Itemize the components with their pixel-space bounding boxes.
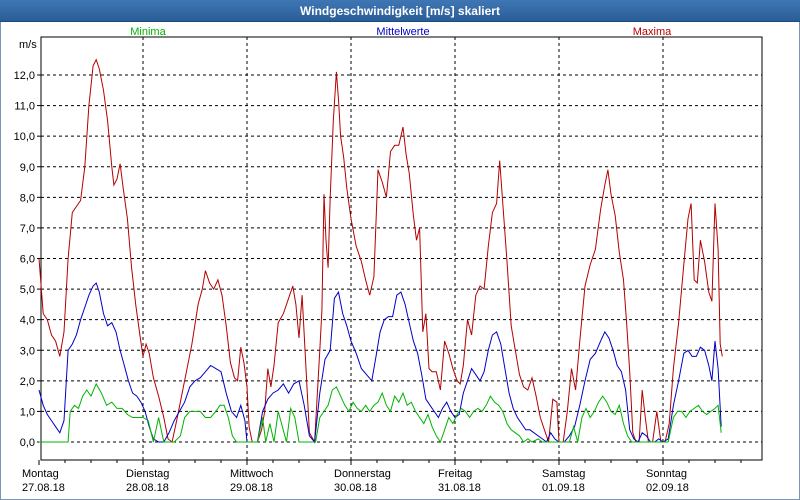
- y-tick-label: 10,0: [14, 131, 35, 143]
- chart-title: Windgeschwindigkeit [m/s] skaliert: [0, 0, 800, 22]
- x-date-label: 29.08.18: [230, 482, 273, 494]
- y-tick-label: 9,0: [20, 162, 35, 174]
- y-tick-label: 2,0: [20, 376, 35, 388]
- x-day-label: Montag: [22, 468, 59, 480]
- y-tick-label: 1,0: [20, 406, 35, 418]
- y-tick-label: 11,0: [14, 101, 35, 113]
- x-day-label: Samstag: [542, 468, 585, 480]
- y-tick-label: 8,0: [20, 192, 35, 204]
- legend-item-minima: Minima: [130, 26, 166, 38]
- x-date-label: 02.09.18: [646, 482, 689, 494]
- legend-item-maxima: Maxima: [633, 26, 672, 38]
- x-date-label: 28.08.18: [126, 482, 169, 494]
- x-date-label: 30.08.18: [334, 482, 377, 494]
- y-tick-label: 5,0: [20, 284, 35, 296]
- chart-frame: m/s 0,0 1,0 2,0 3,0 4,0 5,0 6,0 7,0 8,0 9,0 10,0 11,…: [0, 22, 800, 500]
- x-day-label: Dienstag: [126, 468, 169, 480]
- legend-item-mittelwerte: Mittelwerte: [376, 26, 429, 38]
- x-day-label: Sonntag: [646, 468, 687, 480]
- wind-speed-chart: m/s 0,0 1,0 2,0 3,0 4,0 5,0 6,0 7,0 8,0 9,0 10,0 11,…: [14, 26, 763, 494]
- y-tick-label: 0,0: [20, 437, 35, 449]
- y-axis-label: m/s: [19, 39, 37, 51]
- x-day-label: Mittwoch: [230, 468, 273, 480]
- y-tick-label: 4,0: [20, 315, 35, 327]
- x-day-label: Donnerstag: [334, 468, 391, 480]
- y-tick-label: 3,0: [20, 345, 35, 357]
- y-tick-label: 6,0: [20, 254, 35, 266]
- x-date-label: 01.09.18: [542, 482, 585, 494]
- x-day-label: Freitag: [438, 468, 472, 480]
- x-date-label: 27.08.18: [22, 482, 65, 494]
- x-date-label: 31.08.18: [438, 482, 481, 494]
- y-tick-label: 12,0: [14, 70, 35, 82]
- y-tick-label: 7,0: [20, 223, 35, 235]
